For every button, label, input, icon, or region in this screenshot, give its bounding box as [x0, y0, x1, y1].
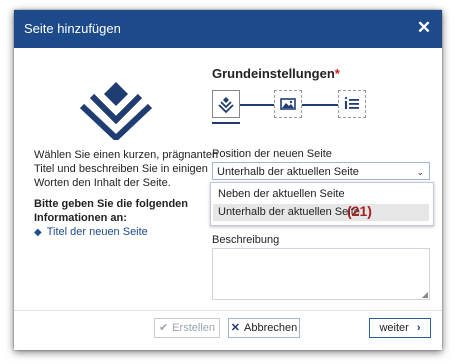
- image-icon: [280, 98, 296, 110]
- section-title-text: Grundeinstellungen: [212, 66, 335, 81]
- cancel-button[interactable]: ✕ Abbrechen: [228, 318, 300, 338]
- layers-logo-icon: [79, 82, 153, 140]
- layers-icon: [218, 97, 234, 114]
- resize-handle-icon[interactable]: ◢: [422, 290, 428, 299]
- next-button-label: weiter: [379, 322, 409, 334]
- wizard-steps: [210, 90, 370, 130]
- dialog-titlebar: Seite hinzufügen ✕: [14, 10, 442, 48]
- intro-text: Wählen Sie einen kurzen, prägnanten Tite…: [34, 149, 219, 189]
- add-page-dialog: Seite hinzufügen ✕ Wählen Sie einen kurz…: [14, 10, 442, 350]
- close-icon[interactable]: ✕: [414, 18, 434, 38]
- step-connector: [240, 104, 274, 106]
- diamond-icon: ◆: [34, 227, 42, 238]
- section-title: Grundeinstellungen*: [212, 66, 340, 81]
- position-label: Position der neuen Seite: [212, 148, 332, 160]
- chevron-down-icon: ⌄: [416, 167, 424, 177]
- required-marker: *: [334, 66, 340, 81]
- option-below-page-label: Unterhalb der aktuellen Seite: [218, 206, 360, 218]
- step-connector: [302, 104, 338, 106]
- dialog-title: Seite hinzufügen: [24, 21, 121, 36]
- next-button[interactable]: weiter ›: [369, 318, 431, 338]
- info-list-icon: [344, 96, 359, 109]
- position-selected-value: Unterhalb der aktuellen Seite: [217, 166, 359, 178]
- close-icon: ✕: [230, 322, 240, 334]
- footer-divider: [14, 310, 442, 311]
- step-basic-settings[interactable]: [212, 90, 240, 118]
- step-info[interactable]: [338, 90, 366, 118]
- active-step-indicator: [212, 122, 240, 124]
- description-textarea[interactable]: ◢: [212, 248, 430, 300]
- check-icon: ✔: [158, 322, 169, 334]
- position-select[interactable]: Unterhalb der aktuellen Seite ⌄: [212, 162, 430, 180]
- chevron-right-icon: ›: [416, 322, 421, 334]
- position-dropdown: Neben der aktuellen Seite Unterhalb der …: [210, 182, 434, 226]
- description-label: Beschreibung: [212, 234, 280, 246]
- create-button-label: Erstellen: [172, 322, 215, 334]
- required-item-label: Titel der neuen Seite: [46, 226, 148, 238]
- cancel-button-label: Abbrechen: [244, 322, 298, 334]
- option-next-to-page[interactable]: Neben der aktuellen Seite: [213, 186, 429, 203]
- required-item-link[interactable]: ◆ Titel der neuen Seite: [34, 226, 148, 238]
- required-info-heading: Bitte geben Sie die folgenden Informatio…: [34, 198, 189, 224]
- annotation-badge: (21): [347, 203, 372, 219]
- create-button[interactable]: ✔ Erstellen: [154, 318, 220, 338]
- option-below-page[interactable]: Unterhalb der aktuellen Seite (21): [213, 203, 429, 221]
- step-image[interactable]: [274, 90, 302, 118]
